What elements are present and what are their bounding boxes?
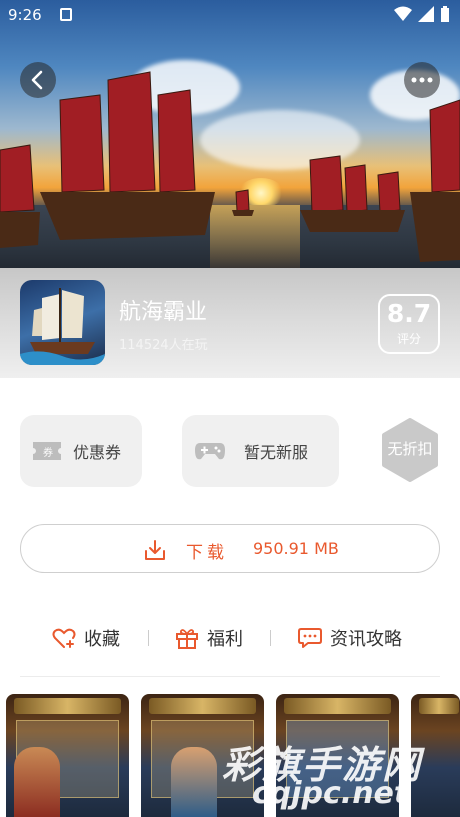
coupon-icon: 券 bbox=[33, 442, 61, 460]
status-time: 9:26 bbox=[8, 6, 42, 24]
battery-icon bbox=[440, 6, 450, 26]
discount-label: 无折扣 bbox=[387, 440, 433, 458]
favorite-label: 收藏 bbox=[84, 629, 120, 650]
wifi-icon bbox=[394, 6, 412, 26]
gamepad-icon bbox=[195, 443, 225, 460]
coupon-label: 优惠券 bbox=[73, 443, 122, 462]
sim-icon bbox=[60, 8, 72, 21]
download-button[interactable]: 下载 950.91 MB bbox=[20, 524, 440, 573]
news-label: 资讯攻略 bbox=[330, 629, 402, 650]
download-size: 950.91 MB bbox=[253, 539, 339, 558]
app-title: 航海霸业 bbox=[119, 300, 208, 325]
action-separator bbox=[270, 630, 271, 646]
server-label: 暂无新服 bbox=[244, 443, 309, 462]
more-options-button[interactable] bbox=[404, 62, 440, 98]
watermark: 彩旗手游网 cqjpc.net bbox=[222, 734, 452, 814]
player-count: 114524人在玩 bbox=[119, 338, 208, 353]
score-badge: 8.7 评分 bbox=[378, 294, 440, 354]
favorite-action[interactable]: 收藏 bbox=[52, 624, 120, 652]
gift-icon bbox=[176, 629, 198, 649]
server-tag[interactable]: 暂无新服 bbox=[182, 415, 339, 487]
download-label: 下载 bbox=[186, 543, 228, 563]
welfare-label: 福利 bbox=[207, 629, 243, 650]
back-button[interactable] bbox=[20, 62, 56, 98]
score-value: 8.7 bbox=[386, 299, 432, 328]
action-separator bbox=[148, 630, 149, 646]
screenshot-thumbnail[interactable] bbox=[6, 694, 129, 817]
score-label: 评分 bbox=[396, 332, 421, 346]
app-icon bbox=[20, 280, 105, 365]
more-dots-icon bbox=[411, 77, 433, 83]
svg-text:券: 券 bbox=[43, 446, 53, 459]
status-bar: 9:26 bbox=[0, 0, 460, 32]
ships-illustration bbox=[0, 71, 460, 262]
signal-icon bbox=[418, 6, 434, 26]
watermark-url: cqjpc.net bbox=[252, 776, 409, 811]
ship-icon bbox=[20, 288, 105, 365]
download-icon bbox=[145, 540, 165, 560]
welfare-action[interactable]: 福利 bbox=[175, 624, 243, 652]
chat-bubble-icon bbox=[298, 628, 322, 648]
section-divider bbox=[20, 676, 440, 677]
heart-plus-icon bbox=[52, 628, 76, 648]
coupon-tag[interactable]: 券 优惠券 bbox=[20, 415, 142, 487]
news-action[interactable]: 资讯攻略 bbox=[298, 624, 402, 652]
chevron-left-icon bbox=[31, 70, 43, 90]
